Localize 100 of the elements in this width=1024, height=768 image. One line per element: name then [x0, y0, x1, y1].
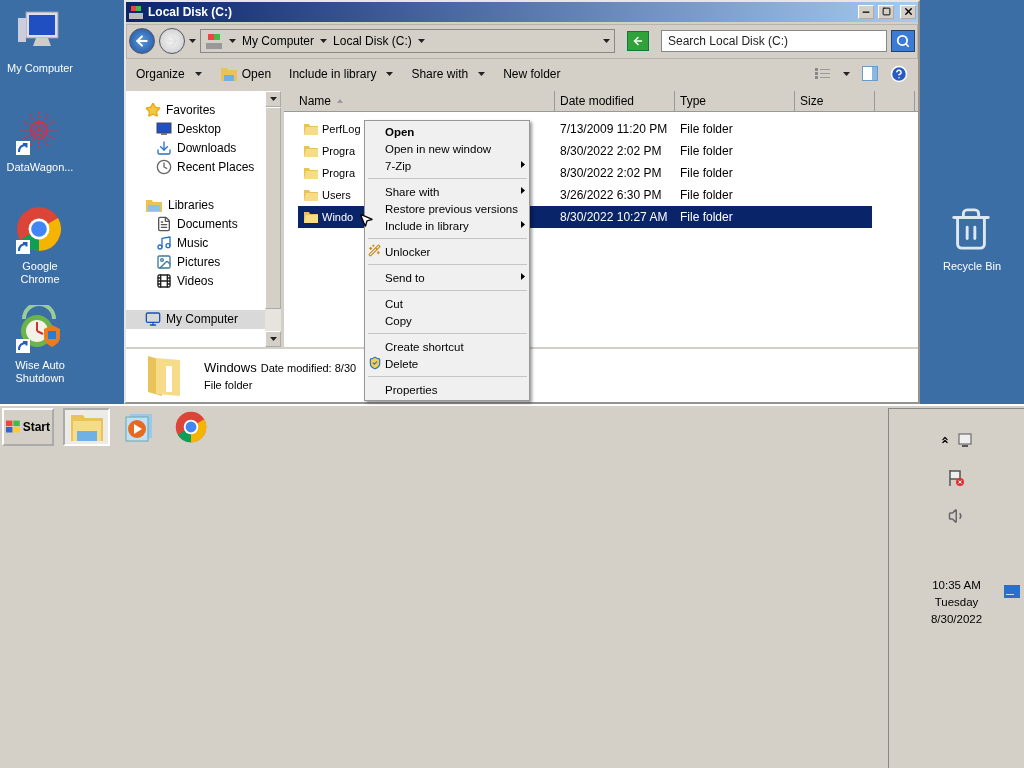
nav-label: Videos — [177, 274, 214, 289]
nav-label: Favorites — [166, 103, 216, 118]
chrome-logo-icon — [16, 206, 62, 252]
close-button[interactable] — [900, 4, 916, 19]
scrollbar[interactable] — [265, 90, 281, 347]
desktop-icon-label[interactable]: Google Chrome — [2, 260, 78, 286]
date-cell-text: 7/13/2009 11:20 PM — [559, 121, 669, 136]
forward-button[interactable] — [159, 28, 185, 55]
network-icon[interactable] — [955, 431, 974, 449]
chrome-logo-icon — [174, 411, 207, 443]
column-header[interactable]: Type — [675, 90, 795, 111]
menu-item[interactable]: Create shortcut — [367, 338, 527, 355]
column-header[interactable]: Name — [284, 90, 555, 111]
type-cell-text: File folder — [679, 121, 734, 136]
refresh-button[interactable] — [627, 31, 649, 52]
type-cell-text: File folder — [679, 187, 734, 202]
caret-icon — [478, 72, 486, 76]
file-name[interactable]: Progra — [322, 166, 356, 179]
menu-item[interactable]: Open in new window — [367, 140, 527, 157]
toolbar-button[interactable]: New folder — [503, 67, 561, 81]
menu-item[interactable]: 7-Zip — [367, 157, 527, 174]
back-button[interactable] — [129, 28, 155, 55]
nav-item[interactable]: My Computer — [126, 309, 265, 329]
menu-item[interactable]: Copy — [367, 312, 527, 329]
nav-label: Documents — [177, 217, 238, 232]
date-cell-text: 3/26/2022 6:30 PM — [559, 187, 663, 202]
nav-item[interactable]: Recent Places — [126, 157, 265, 177]
nav-item[interactable]: Favorites — [126, 100, 265, 120]
show-desktop-icon[interactable] — [1004, 585, 1020, 598]
chevron-up-icon[interactable] — [939, 435, 950, 445]
file-name[interactable]: Progra — [322, 144, 356, 157]
computer-icon — [205, 32, 223, 51]
clock-day: Tuesday — [934, 596, 979, 608]
column-header[interactable]: Date modified — [555, 90, 675, 111]
menu-item[interactable]: Cut — [367, 295, 527, 312]
file-name[interactable]: Users — [322, 188, 351, 201]
date-cell-text: 8/30/2022 10:27 AM — [559, 209, 669, 224]
nav-item[interactable]: Downloads — [126, 138, 265, 158]
start-button[interactable]: Start — [2, 408, 54, 446]
submenu-arrow-icon — [521, 161, 525, 168]
nav-label: Pictures — [177, 255, 221, 270]
date-cell-text: 8/30/2022 2:02 PM — [559, 143, 663, 158]
close-icon — [902, 6, 914, 18]
flag-icon[interactable] — [947, 469, 966, 487]
star-icon — [145, 102, 161, 119]
menu-item[interactable]: Open — [367, 123, 527, 140]
type-cell-text: File folder — [679, 209, 734, 224]
nav-item[interactable]: Videos — [126, 271, 265, 291]
search-button[interactable] — [891, 30, 915, 53]
search-field[interactable]: Search Local Disk (C:) — [661, 30, 887, 53]
caret-icon — [320, 39, 328, 44]
clock-time: 10:35 AM — [932, 579, 981, 591]
column-header[interactable]: Size — [795, 90, 875, 111]
desktop-icon-label[interactable]: My Computer — [2, 62, 78, 75]
toolbar-button[interactable]: Share with — [411, 67, 486, 81]
toolbar-button[interactable]: Include in library — [289, 67, 394, 81]
menu-item[interactable]: Share with — [367, 183, 527, 200]
maximize-button[interactable] — [878, 4, 894, 19]
menu-item[interactable]: Properties — [367, 381, 527, 398]
date-cell-text: 8/30/2022 2:02 PM — [559, 165, 663, 180]
help-icon[interactable] — [890, 65, 908, 83]
document-icon — [156, 216, 172, 233]
scrollbar-thumb[interactable] — [265, 106, 281, 309]
address-dropdown-icon — [603, 39, 610, 44]
drive-icon — [128, 3, 144, 20]
file-name[interactable]: PerfLog — [322, 122, 361, 135]
folder-icon — [219, 66, 238, 82]
desktop-icon-label[interactable]: Wise Auto Shutdown — [2, 359, 78, 385]
picture-icon — [156, 254, 172, 271]
maximize-icon — [881, 7, 891, 17]
preview-pane-icon[interactable] — [862, 66, 878, 82]
toolbar-button[interactable]: Open — [219, 66, 272, 82]
clock-date: 8/30/2022 — [930, 613, 983, 625]
breadcrumb[interactable]: My Computer — [242, 34, 315, 49]
nav-item[interactable]: Documents — [126, 214, 265, 234]
menu-item[interactable]: Delete — [367, 355, 527, 372]
nav-label: Music — [177, 236, 209, 251]
nav-label: Downloads — [177, 141, 237, 156]
desktop-icon-label[interactable]: Recycle Bin — [934, 260, 1010, 273]
nav-item[interactable]: Music — [126, 233, 265, 253]
window-title: Local Disk (C:) — [148, 4, 233, 19]
nav-label: My Computer — [166, 312, 239, 327]
nav-label: Recent Places — [177, 160, 255, 175]
arrow-icon — [632, 35, 644, 48]
caret-icon — [417, 39, 425, 44]
file-name[interactable]: Windo — [322, 210, 354, 223]
minimize-button[interactable] — [858, 4, 874, 19]
menu-item[interactable]: Unlocker — [367, 243, 527, 260]
toolbar-button[interactable]: Organize — [136, 67, 202, 81]
menu-item[interactable]: Send to — [367, 269, 527, 286]
nav-item[interactable]: Pictures — [126, 252, 265, 272]
wand-icon — [368, 244, 381, 257]
back-arrow-icon — [134, 33, 150, 50]
breadcrumb[interactable]: Local Disk (C:) — [333, 34, 412, 49]
address-bar[interactable]: My Computer Local Disk (C:) — [200, 29, 615, 54]
submenu-arrow-icon — [521, 221, 525, 228]
desktop-icon-label[interactable]: DataWagon... — [2, 161, 78, 174]
nav-item[interactable]: Libraries — [126, 195, 265, 215]
details-name: Windows — [204, 359, 257, 375]
nav-item[interactable]: Desktop — [126, 119, 265, 139]
